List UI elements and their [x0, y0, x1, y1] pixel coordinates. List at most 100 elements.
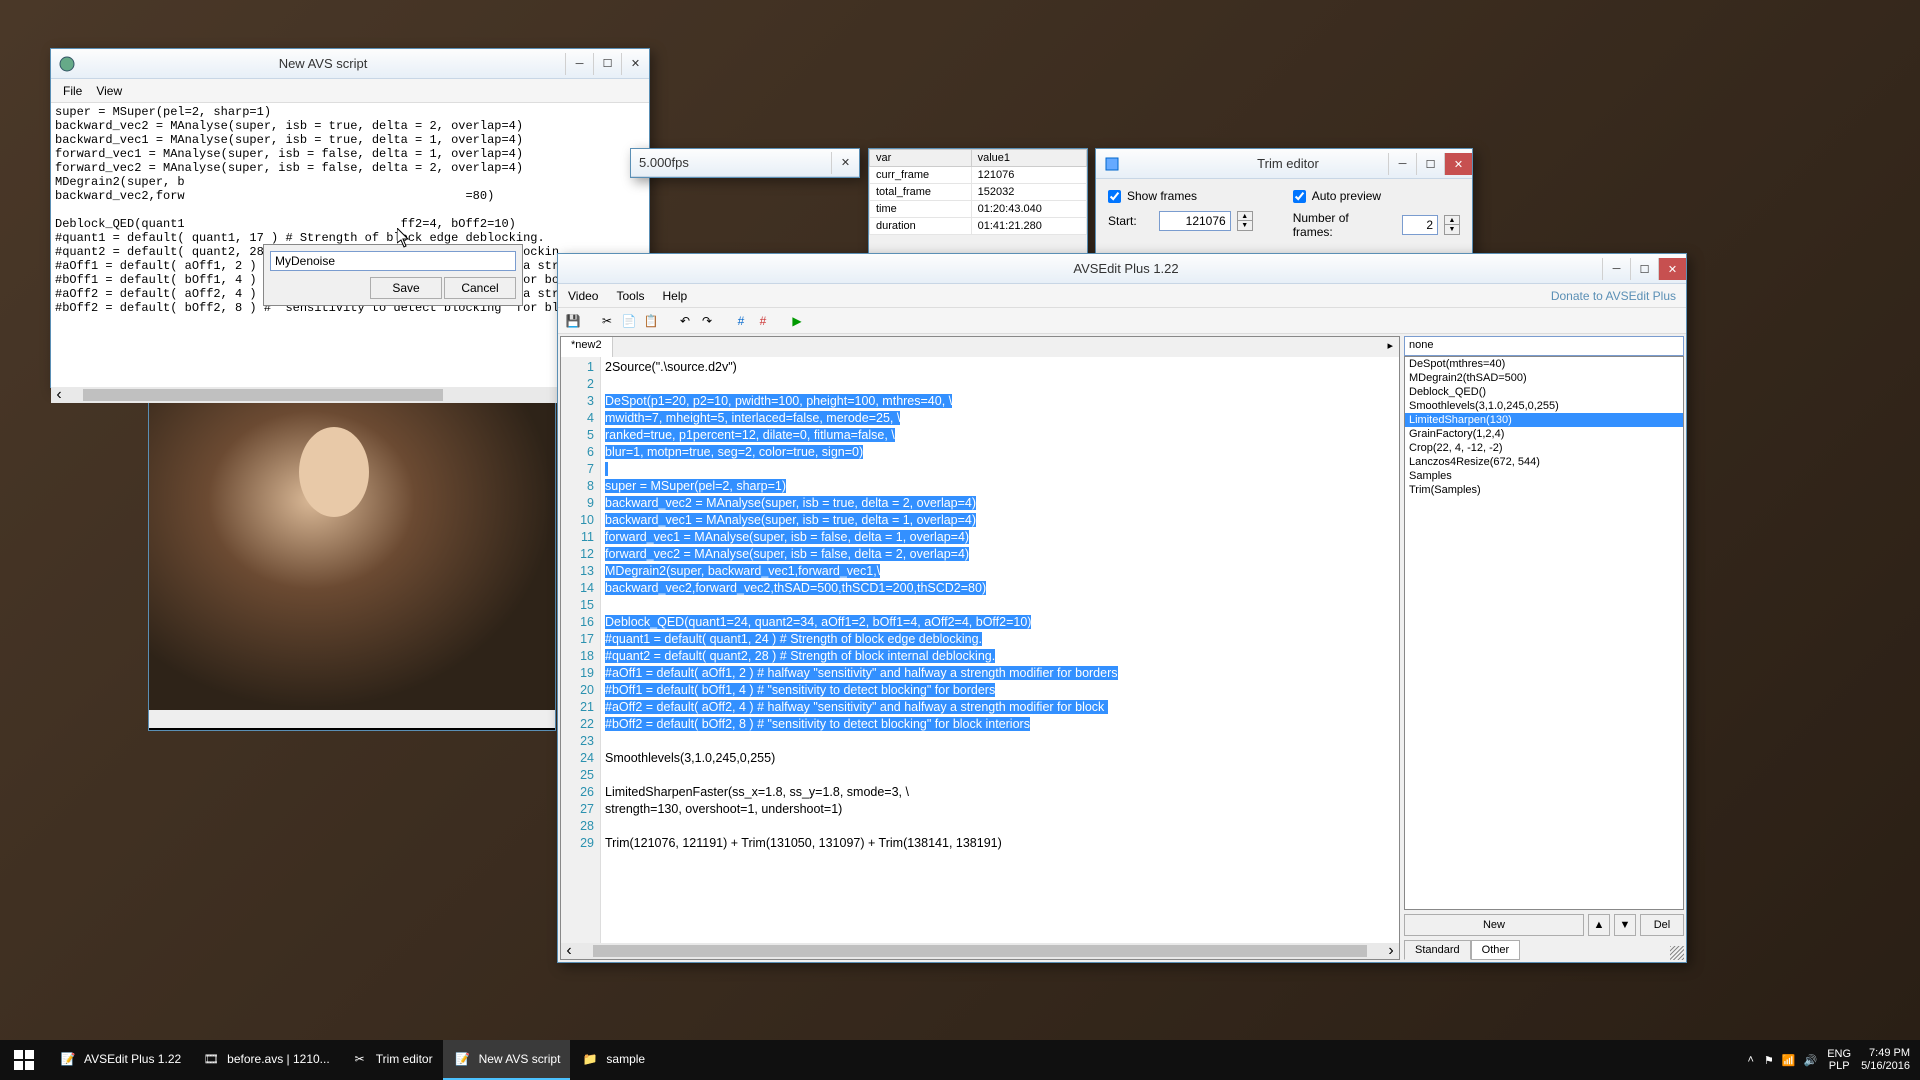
new-button[interactable]: New — [1404, 914, 1584, 936]
tray-icon[interactable]: ⚑ — [1764, 1054, 1774, 1067]
desktop: New AVS script ─ ☐ ✕ File View super = M… — [0, 0, 1920, 1040]
move-down-button[interactable]: ▼ — [1614, 914, 1636, 936]
menubar: File View — [51, 79, 649, 103]
save-icon[interactable]: 💾 — [564, 312, 582, 330]
cancel-button[interactable]: Cancel — [444, 277, 516, 299]
taskbar-item[interactable]: 📝New AVS script — [443, 1040, 571, 1080]
nframes-field: Number of frames: ▲▼ — [1293, 211, 1460, 239]
editor-panel: *new2 ▸ 12345678910111213141516171819202… — [560, 336, 1400, 960]
trim-editor-window: Trim editor ─ ☐ ✕ Show frames Start: ▲▼ … — [1095, 148, 1473, 268]
avsedit-main-window: AVSEdit Plus 1.22 ─ ☐ ✕ Video Tools Help… — [557, 253, 1687, 963]
close-button[interactable]: ✕ — [1444, 153, 1472, 175]
cut-icon[interactable]: ✂ — [598, 312, 616, 330]
close-button[interactable]: ✕ — [831, 152, 859, 174]
start-spinner[interactable]: ▲▼ — [1237, 211, 1253, 231]
close-button[interactable]: ✕ — [621, 53, 649, 75]
app-icon — [59, 56, 75, 72]
tray-chevron-icon[interactable]: ˄ — [1748, 1054, 1754, 1066]
video-preview-window — [148, 386, 556, 731]
minimize-button[interactable]: ─ — [565, 53, 593, 75]
play-icon[interactable]: ▶ — [788, 312, 806, 330]
list-item[interactable]: Trim(Samples) — [1405, 483, 1683, 497]
menu-help[interactable]: Help — [663, 289, 688, 303]
list-item[interactable]: Deblock_QED() — [1405, 385, 1683, 399]
app-icon: 📝 — [453, 1049, 473, 1069]
titlebar[interactable]: Trim editor ─ ☐ ✕ — [1096, 149, 1472, 179]
start-field: Start: ▲▼ — [1108, 211, 1253, 231]
list-item[interactable]: MDegrain2(thSAD=500) — [1405, 371, 1683, 385]
menu-video[interactable]: Video — [568, 289, 598, 303]
redo-icon[interactable]: ↷ — [698, 312, 716, 330]
taskbar-item[interactable]: 📁sample — [570, 1040, 655, 1080]
list-item[interactable]: LimitedSharpen(130) — [1405, 413, 1683, 427]
taskbar-item[interactable]: 🎞before.avs | 1210... — [191, 1040, 340, 1080]
preview-frame — [149, 387, 555, 710]
hscrollbar[interactable]: ‹› — [561, 943, 1399, 959]
resize-grip[interactable] — [1670, 946, 1684, 960]
table-row: curr_frame121076 — [870, 167, 1087, 184]
table-row: duration01:41:21.280 — [870, 218, 1087, 235]
titlebar[interactable]: New AVS script ─ ☐ ✕ — [51, 49, 649, 79]
window-title: New AVS script — [81, 56, 565, 71]
volume-icon[interactable]: 🔊 — [1804, 1054, 1818, 1067]
minimize-button[interactable]: ─ — [1388, 153, 1416, 175]
taskbar: 📝AVSEdit Plus 1.22 🎞before.avs | 1210...… — [0, 1040, 1920, 1080]
system-tray: ˄ ⚑ 📶 🔊 ENG PLP 7:49 PM 5/16/2016 — [1748, 1047, 1920, 1073]
maximize-button[interactable]: ☐ — [1416, 153, 1444, 175]
app-icon: 🎞 — [201, 1049, 221, 1069]
undo-icon[interactable]: ↶ — [676, 312, 694, 330]
window-title: 5.000fps — [639, 155, 689, 170]
line-gutter: 1234567891011121314151617181920212223242… — [561, 357, 601, 943]
list-item[interactable]: GrainFactory(1,2,4) — [1405, 427, 1683, 441]
lang-indicator2[interactable]: PLP — [1827, 1060, 1851, 1072]
minimize-button[interactable]: ─ — [1602, 258, 1630, 280]
paste-icon[interactable]: 📋 — [642, 312, 660, 330]
code-area[interactable]: 2Source(".\source.d2v") DeSpot(p1=20, p2… — [601, 357, 1399, 943]
start-button[interactable] — [0, 1040, 48, 1080]
donate-link[interactable]: Donate to AVSEdit Plus — [1551, 289, 1676, 303]
close-button[interactable]: ✕ — [1658, 258, 1686, 280]
titlebar[interactable]: AVSEdit Plus 1.22 ─ ☐ ✕ — [558, 254, 1686, 284]
move-up-button[interactable]: ▲ — [1588, 914, 1610, 936]
maximize-button[interactable]: ☐ — [593, 53, 621, 75]
save-button[interactable]: Save — [370, 277, 442, 299]
col-value: value1 — [971, 150, 1086, 167]
menu-file[interactable]: File — [63, 84, 82, 98]
editor-tabs: *new2 ▸ — [561, 337, 1399, 357]
tab-other[interactable]: Other — [1471, 940, 1521, 960]
hash-blue-icon[interactable]: # — [732, 312, 750, 330]
menubar: Video Tools Help Donate to AVSEdit Plus — [558, 284, 1686, 308]
snippet-combo[interactable]: none — [1404, 336, 1684, 356]
taskbar-item[interactable]: ✂Trim editor — [340, 1040, 443, 1080]
name-input[interactable] — [270, 251, 516, 271]
maximize-button[interactable]: ☐ — [1630, 258, 1658, 280]
tab-standard[interactable]: Standard — [1404, 940, 1471, 960]
hash-red-icon[interactable]: # — [754, 312, 772, 330]
list-item[interactable]: DeSpot(mthres=40) — [1405, 357, 1683, 371]
list-item[interactable]: Samples — [1405, 469, 1683, 483]
del-button[interactable]: Del — [1640, 914, 1684, 936]
list-item[interactable]: Lanczos4Resize(672, 544) — [1405, 455, 1683, 469]
clock[interactable]: 7:49 PM 5/16/2016 — [1861, 1047, 1910, 1073]
lang-indicator[interactable]: ENG — [1827, 1048, 1851, 1060]
copy-icon[interactable]: 📄 — [620, 312, 638, 330]
snippet-list[interactable]: DeSpot(mthres=40)MDegrain2(thSAD=500)Deb… — [1404, 356, 1684, 910]
preview-slider[interactable] — [149, 710, 555, 728]
fps-window: 5.000fps ✕ — [630, 148, 860, 178]
save-name-dialog: Save Cancel — [263, 244, 523, 306]
auto-preview-checkbox[interactable]: Auto preview — [1293, 189, 1460, 203]
tab-menu-icon[interactable]: ▸ — [1381, 337, 1399, 357]
tab-new2[interactable]: *new2 — [561, 337, 613, 357]
taskbar-item[interactable]: 📝AVSEdit Plus 1.22 — [48, 1040, 191, 1080]
show-frames-checkbox[interactable]: Show frames — [1108, 189, 1253, 203]
app-icon — [1104, 156, 1120, 172]
menu-view[interactable]: View — [96, 84, 122, 98]
nframes-spinner[interactable]: ▲▼ — [1444, 215, 1460, 235]
snippets-panel: none DeSpot(mthres=40)MDegrain2(thSAD=50… — [1404, 336, 1684, 960]
titlebar[interactable]: 5.000fps ✕ — [631, 149, 859, 177]
list-item[interactable]: Smoothlevels(3,1.0,245,0,255) — [1405, 399, 1683, 413]
window-title: AVSEdit Plus 1.22 — [1073, 261, 1178, 276]
network-icon[interactable]: 📶 — [1782, 1054, 1796, 1067]
list-item[interactable]: Crop(22, 4, -12, -2) — [1405, 441, 1683, 455]
menu-tools[interactable]: Tools — [616, 289, 644, 303]
